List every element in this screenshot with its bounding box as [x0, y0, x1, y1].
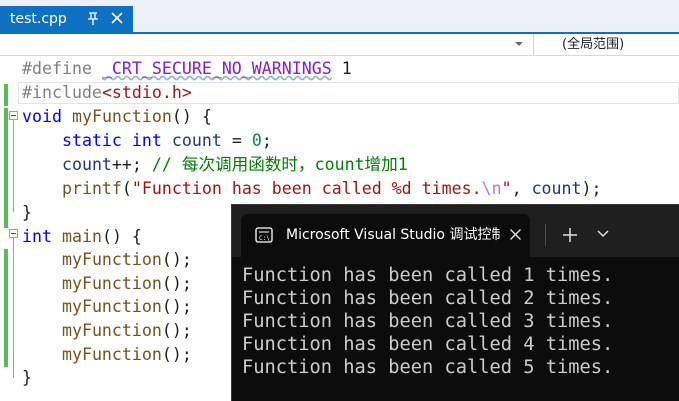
function-name: myFunction	[71, 107, 172, 126]
function-call: myFunction	[61, 250, 162, 269]
document-tab-strip: test.cpp	[0, 0, 679, 34]
navigation-bar: (全局范围)	[0, 34, 679, 56]
svg-text:C:\: C:\	[259, 235, 270, 242]
keyword: int	[22, 227, 52, 246]
function-call: myFunction	[61, 321, 162, 340]
titlebar-divider	[545, 224, 546, 246]
code-text: =	[221, 131, 252, 150]
code-text: );	[581, 179, 602, 198]
code-line-12: myFunction();	[22, 319, 192, 343]
code-line-8: int main() {	[22, 225, 142, 249]
code-text: ();	[161, 321, 192, 340]
code-text: ();	[161, 297, 192, 316]
console-output-line: Function has been called 4 times.	[242, 334, 614, 355]
outline-rail	[13, 120, 14, 212]
collapse-toggle[interactable]	[9, 111, 18, 120]
function-name: main	[61, 227, 102, 246]
code-line-4: static int count = 0;	[22, 129, 272, 153]
code-text: ,	[511, 179, 532, 198]
macro-name: _CRT_SECURE_NO_WARNINGS	[101, 59, 332, 78]
code-line-9: myFunction();	[22, 248, 192, 272]
console-output-line: Function has been called 3 times.	[242, 311, 614, 332]
console-tab-title: Microsoft Visual Studio 调试控制台	[286, 227, 500, 243]
code-text: }	[22, 203, 32, 222]
code-text: ;	[261, 131, 272, 150]
keyword: int	[131, 131, 162, 150]
code-text: () {	[101, 227, 142, 246]
variable-name: count	[171, 131, 222, 150]
terminal-icon: C:\	[255, 227, 273, 243]
keyword: void	[22, 107, 62, 126]
code-text: ();	[161, 345, 192, 364]
function-call: myFunction	[61, 297, 162, 316]
code-text: ++;	[111, 155, 152, 174]
console-output-line: Function has been called 5 times.	[242, 357, 614, 378]
include-header: <stdio.h>	[101, 83, 192, 102]
variable-name: count	[61, 155, 112, 174]
outline-rail	[13, 238, 14, 378]
console-titlebar[interactable]: C:\ Microsoft Visual Studio 调试控制台	[232, 205, 679, 257]
change-indicator	[4, 108, 8, 228]
new-tab-button[interactable]	[550, 220, 590, 250]
keyword: static	[61, 131, 122, 150]
code-line-14: }	[22, 366, 32, 390]
change-indicator	[4, 84, 8, 106]
scope-dropdown[interactable]: (全局范围)	[562, 35, 624, 54]
chevron-down-icon[interactable]	[596, 226, 610, 240]
function-name: printf	[61, 179, 122, 198]
escape-sequence: \n	[481, 179, 502, 198]
variable-name: count	[531, 179, 582, 198]
code-line-7: }	[22, 201, 32, 225]
console-output-line: Function has been called 2 times.	[242, 288, 614, 309]
macro-value: 1	[331, 59, 352, 78]
pin-icon[interactable]	[86, 10, 100, 26]
nav-separator	[533, 34, 534, 55]
change-indicator	[4, 249, 8, 367]
preprocessor-directive: #define	[22, 59, 102, 78]
code-text: () {	[171, 107, 212, 126]
console-output-line: Function has been called 1 times.	[242, 265, 614, 286]
close-icon[interactable]	[110, 11, 124, 25]
collapse-toggle[interactable]	[9, 229, 18, 238]
code-line-11: myFunction();	[22, 295, 192, 319]
debug-console-window[interactable]: C:\ Microsoft Visual Studio 调试控制台 Functi…	[231, 204, 679, 401]
function-call: myFunction	[61, 274, 162, 293]
console-output[interactable]: Function has been called 1 times. Functi…	[232, 257, 679, 401]
number-literal: 0	[251, 131, 262, 150]
preprocessor-directive: #include	[22, 83, 102, 102]
string-literal: "	[501, 179, 512, 198]
code-line-10: myFunction();	[22, 272, 192, 296]
string-literal: "Function has been called %d times.	[131, 179, 482, 198]
code-line-2: #include<stdio.h>	[22, 81, 192, 105]
code-text: }	[22, 368, 32, 387]
code-line-13: myFunction();	[22, 343, 192, 367]
code-text: ();	[161, 274, 192, 293]
code-comment: // 每次调用函数时，count增加1	[151, 155, 408, 174]
code-text: (	[121, 179, 132, 198]
code-line-6: printf("Function has been called %d time…	[22, 177, 602, 201]
plus-icon	[563, 228, 577, 242]
code-line-5: count++; // 每次调用函数时，count增加1	[22, 153, 408, 177]
function-call: myFunction	[61, 345, 162, 364]
chevron-down-icon[interactable]	[514, 39, 524, 49]
code-line-1: #define _CRT_SECURE_NO_WARNINGS 1	[22, 57, 352, 81]
close-icon[interactable]	[509, 228, 522, 241]
code-text: ();	[161, 250, 192, 269]
console-tab[interactable]: C:\ Microsoft Visual Studio 调试控制台	[241, 214, 530, 257]
code-line-3: void myFunction() {	[22, 105, 212, 129]
tab-title: test.cpp	[10, 11, 67, 27]
tab-test-cpp[interactable]: test.cpp	[0, 6, 133, 32]
